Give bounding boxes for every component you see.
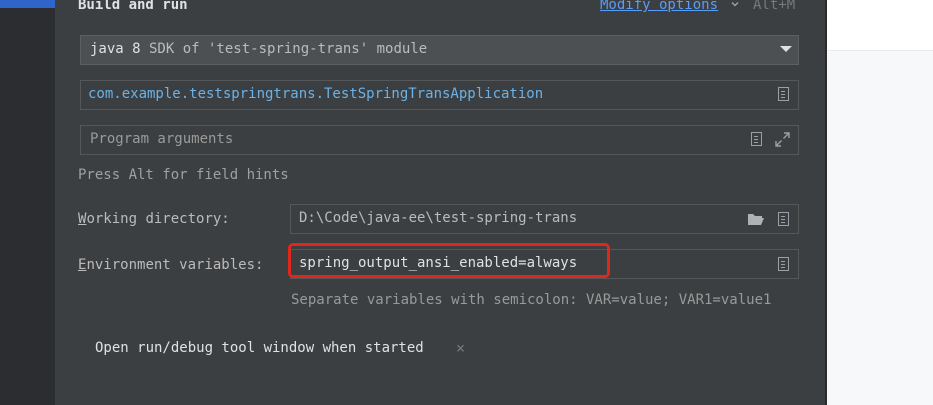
field-hints-text: Press Alt for field hints (78, 167, 289, 183)
modify-options-link[interactable]: Modify options (600, 0, 718, 13)
dropdown-arrow-icon[interactable] (780, 46, 792, 52)
sdk-select-value: java 8 SDK of 'test-spring-trans' module (90, 41, 427, 57)
environment-variables-label-text: nvironment variables: (86, 257, 264, 273)
environment-variables-label: Environment variables: (78, 257, 263, 273)
document-icon[interactable] (778, 87, 789, 101)
close-icon[interactable]: × (456, 339, 465, 357)
chevron-down-icon[interactable] (731, 0, 739, 8)
document-icon[interactable] (751, 132, 762, 146)
sdk-name: java 8 (90, 41, 141, 57)
sdk-detail: SDK of 'test-spring-trans' module (140, 41, 428, 57)
working-directory-label-text: orking directory: (86, 211, 230, 227)
left-panel-selected-item[interactable] (0, 0, 55, 8)
working-directory-value: D:\Code\java-ee\test-spring-trans (299, 210, 578, 226)
folder-icon[interactable] (747, 212, 765, 226)
shortcut-hint: Alt+M (753, 0, 796, 13)
environment-variables-hint: Separate variables with semicolon: VAR=v… (291, 292, 772, 308)
right-header (827, 0, 933, 51)
main-class-value: com.example.testspringtrans.TestSpringTr… (88, 86, 544, 102)
highlight-box (288, 243, 610, 278)
right-area (827, 0, 933, 405)
open-run-debug-tool-window-option: Open run/debug tool window when started (95, 340, 424, 356)
working-directory-label: Working directory: (78, 211, 230, 227)
document-icon[interactable] (778, 257, 789, 271)
left-panel (0, 0, 55, 405)
expand-icon[interactable] (775, 132, 790, 147)
section-title: Build and run (78, 0, 188, 13)
program-arguments-placeholder: Program arguments (90, 131, 234, 147)
document-icon[interactable] (778, 212, 789, 226)
